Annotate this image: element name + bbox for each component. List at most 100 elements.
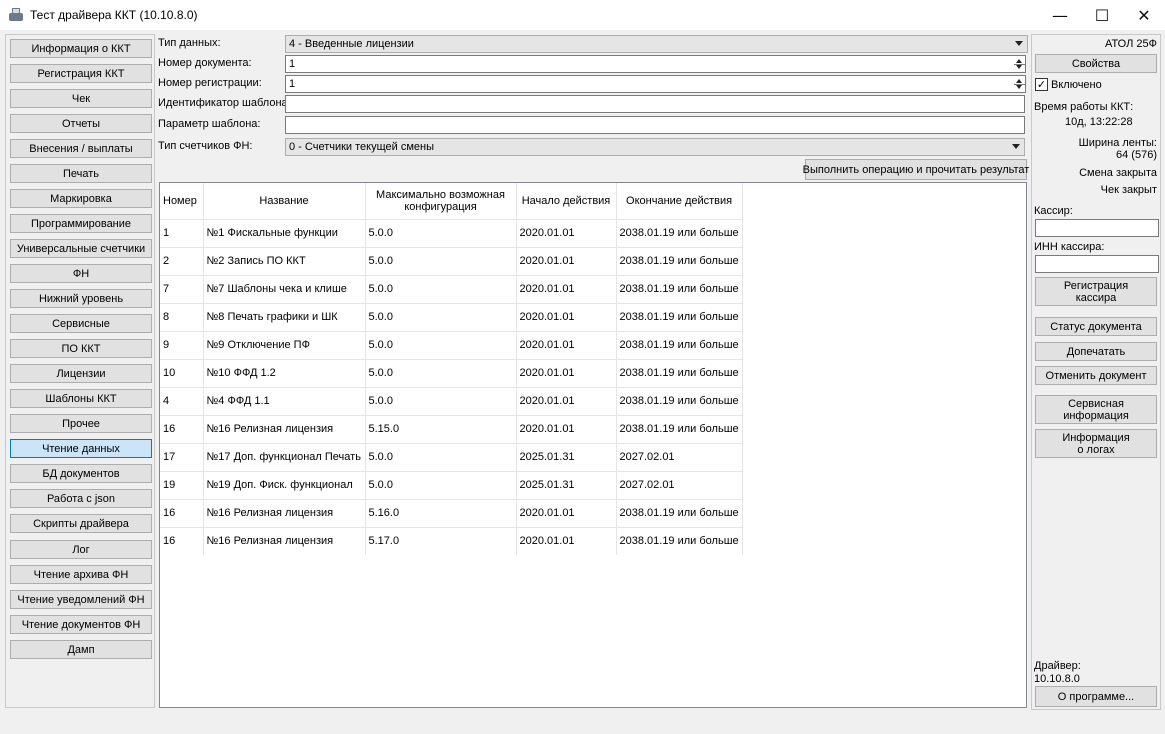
doc-number-spin[interactable] [1014, 55, 1026, 73]
cell-end: 2027.02.01 [616, 470, 743, 499]
tape-width-label: Ширина ленты: [1078, 137, 1157, 149]
col-name-header[interactable]: Название [203, 183, 366, 219]
maximize-button[interactable]: ☐ [1081, 0, 1123, 30]
register-cashier-button[interactable]: Регистрация кассира [1035, 277, 1157, 306]
cell-name: №16 Релизная лицензия [203, 414, 366, 443]
cashier-input[interactable] [1035, 219, 1159, 237]
chevron-down-icon [1015, 41, 1023, 46]
template-param-label: Параметр шаблона: [158, 118, 261, 130]
data-type-select[interactable]: 4 - Введенные лицензии [285, 35, 1028, 53]
table-row[interactable]: 16 №16 Релизная лицензия 5.16.0 2020.01.… [160, 498, 743, 527]
results-table[interactable]: Номер Название Максимально возможная кон… [159, 182, 1027, 708]
register-cashier-line1: Регистрация [1063, 279, 1129, 292]
nav-fn-notifications-button[interactable]: Чтение уведомлений ФН [10, 590, 152, 609]
nav-fn-documents-button[interactable]: Чтение документов ФН [10, 615, 152, 634]
cell-name: №19 Доп. Фиск. функционал [203, 470, 366, 499]
nav-driver-scripts-button[interactable]: Скрипты драйвера [10, 514, 152, 533]
about-button[interactable]: О программе... [1035, 686, 1157, 707]
minimize-button[interactable]: — [1039, 0, 1081, 30]
table-row[interactable]: 16 №16 Релизная лицензия 5.17.0 2020.01.… [160, 526, 743, 555]
nav-marking-button[interactable]: Маркировка [10, 189, 152, 208]
table-row[interactable]: 16 №16 Релизная лицензия 5.15.0 2020.01.… [160, 414, 743, 443]
nav-print-button[interactable]: Печать [10, 164, 152, 183]
table-row[interactable]: 19 №19 Доп. Фиск. функционал 5.0.0 2025.… [160, 470, 743, 499]
nav-receipt-button[interactable]: Чек [10, 89, 152, 108]
fn-counter-label: Тип счетчиков ФН: [158, 140, 253, 152]
nav-kkt-registration-button[interactable]: Регистрация ККТ [10, 64, 152, 83]
execute-read-button[interactable]: Выполнить операцию и прочитать результат [803, 159, 1029, 180]
col-max-config-header[interactable]: Максимально возможная конфигурация [365, 183, 517, 219]
service-info-button[interactable]: Сервисная информация [1035, 395, 1157, 424]
cell-end: 2038.01.19 или больше [616, 246, 743, 275]
nav-json-button[interactable]: Работа с json [10, 489, 152, 508]
spin-up-icon[interactable] [1016, 59, 1022, 63]
table-row[interactable]: 8 №8 Печать графики и ШК 5.0.0 2020.01.0… [160, 302, 743, 331]
table-row[interactable]: 9 №9 Отключение ПФ 5.0.0 2020.01.01 2038… [160, 330, 743, 359]
doc-number-label: Номер документа: [158, 57, 252, 69]
data-type-label: Тип данных: [158, 37, 221, 49]
nav-cash-in-out-button[interactable]: Внесения / выплаты [10, 139, 152, 158]
nav-universal-counters-button[interactable]: Универсальные счетчики [10, 239, 152, 258]
cell-number: 8 [160, 302, 204, 331]
cell-name: №8 Печать графики и ШК [203, 302, 366, 331]
nav-log-button[interactable]: Лог [10, 540, 152, 559]
device-panel: АТОЛ 25Ф Свойства ✓ Включено Время работ… [1031, 34, 1161, 710]
template-param-input[interactable] [285, 116, 1025, 134]
driver-version: 10.10.8.0 [1034, 673, 1080, 685]
device-model: АТОЛ 25Ф [1104, 38, 1157, 50]
template-id-input[interactable] [285, 95, 1025, 113]
nav-dump-button[interactable]: Дамп [10, 640, 152, 659]
spin-down-icon[interactable] [1016, 85, 1022, 89]
cancel-document-button[interactable]: Отменить документ [1035, 366, 1157, 385]
window-title: Тест драйвера ККТ (10.10.8.0) [30, 8, 198, 22]
title-bar: Тест драйвера ККТ (10.10.8.0) — ☐ ✕ [0, 0, 1165, 30]
nav-low-level-button[interactable]: Нижний уровень [10, 289, 152, 308]
cell-start: 2020.01.01 [516, 358, 617, 387]
reprint-button[interactable]: Допечатать [1035, 342, 1157, 361]
col-number-header[interactable]: Номер [160, 183, 204, 219]
nav-kkt-info-button[interactable]: Информация о ККТ [10, 39, 152, 58]
doc-number-row: Номер документа: 1 [157, 55, 1029, 73]
cell-max-config: 5.0.0 [365, 330, 517, 359]
nav-service-button[interactable]: Сервисные [10, 314, 152, 333]
cashier-inn-input[interactable] [1035, 255, 1159, 273]
cell-max-config: 5.0.0 [365, 386, 517, 415]
fn-counter-select[interactable]: 0 - Счетчики текущей смены [285, 138, 1025, 156]
reg-number-spin[interactable] [1014, 75, 1026, 93]
table-row[interactable]: 2 №2 Запись ПО ККТ 5.0.0 2020.01.01 2038… [160, 246, 743, 275]
cell-max-config: 5.0.0 [365, 246, 517, 275]
table-row[interactable]: 1 №1 Фискальные функции 5.0.0 2020.01.01… [160, 218, 743, 247]
spin-down-icon[interactable] [1016, 65, 1022, 69]
spin-up-icon[interactable] [1016, 79, 1022, 83]
cell-max-config: 5.0.0 [365, 274, 517, 303]
table-row[interactable]: 4 №4 ФФД 1.1 5.0.0 2020.01.01 2038.01.19… [160, 386, 743, 415]
doc-number-stepper[interactable]: 1 [285, 55, 1025, 73]
nav-fn-button[interactable]: ФН [10, 264, 152, 283]
reg-number-label: Номер регистрации: [158, 77, 262, 89]
reg-number-stepper[interactable]: 1 [285, 75, 1025, 93]
nav-programming-button[interactable]: Программирование [10, 214, 152, 233]
nav-licenses-button[interactable]: Лицензии [10, 364, 152, 383]
nav-fn-archive-button[interactable]: Чтение архива ФН [10, 565, 152, 584]
col-start-header[interactable]: Начало действия [516, 183, 617, 219]
enabled-checkbox[interactable]: ✓ [1035, 78, 1048, 91]
close-button[interactable]: ✕ [1123, 0, 1165, 30]
data-type-value: 4 - Введенные лицензии [289, 38, 414, 50]
nav-reports-button[interactable]: Отчеты [10, 114, 152, 133]
table-row[interactable]: 10 №10 ФФД 1.2 5.0.0 2020.01.01 2038.01.… [160, 358, 743, 387]
nav-other-button[interactable]: Прочее [10, 414, 152, 433]
uptime-label: Время работы ККТ: [1034, 101, 1134, 113]
logs-info-button[interactable]: Информация о логах [1035, 429, 1157, 458]
cell-max-config: 5.0.0 [365, 442, 517, 471]
nav-read-data-button[interactable]: Чтение данных [10, 439, 152, 458]
nav-kkt-software-button[interactable]: ПО ККТ [10, 339, 152, 358]
nav-documents-db-button[interactable]: БД документов [10, 464, 152, 483]
nav-kkt-templates-button[interactable]: Шаблоны ККТ [10, 389, 152, 408]
table-row[interactable]: 17 №17 Доп. функционал Печать 5.0.0 2025… [160, 442, 743, 471]
table-row[interactable]: 7 №7 Шаблоны чека и клише 5.0.0 2020.01.… [160, 274, 743, 303]
cell-end: 2038.01.19 или больше [616, 330, 743, 359]
template-id-label: Идентификатор шаблона: [158, 97, 291, 109]
properties-button[interactable]: Свойства [1035, 54, 1157, 73]
col-end-header[interactable]: Окончание действия [616, 183, 743, 219]
document-status-button[interactable]: Статус документа [1035, 317, 1157, 336]
